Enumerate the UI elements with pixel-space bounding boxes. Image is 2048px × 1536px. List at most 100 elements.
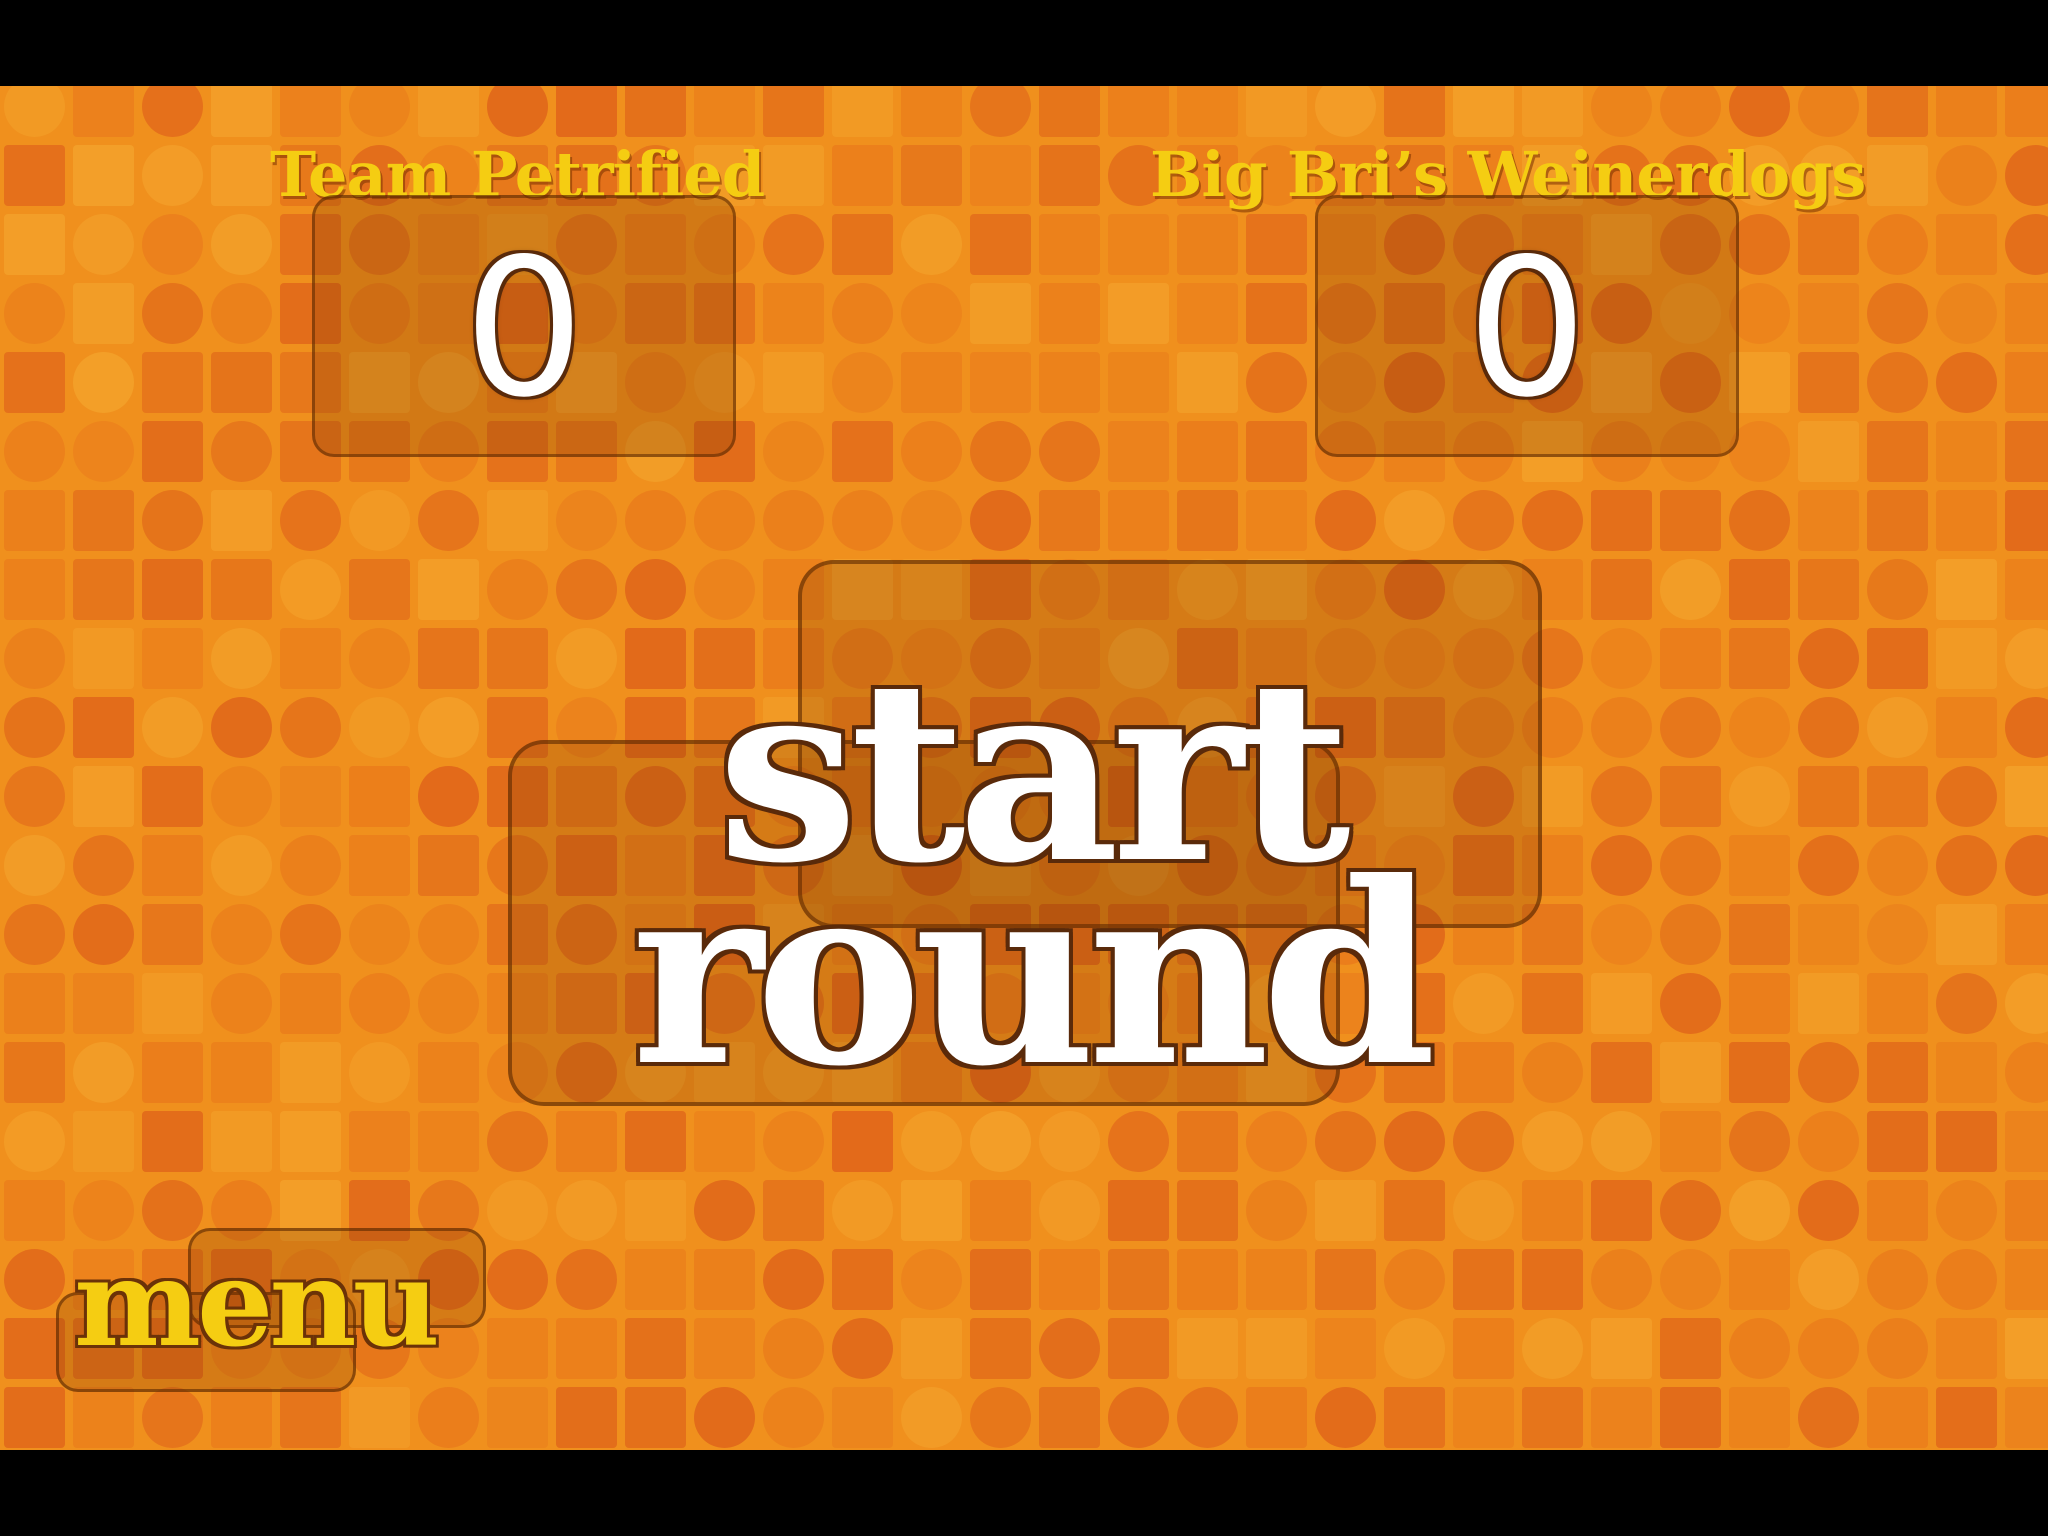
background-tile	[832, 421, 893, 482]
background-tile	[73, 421, 134, 482]
background-tile	[73, 145, 134, 206]
background-tile	[832, 1249, 893, 1310]
background-tile	[1177, 1318, 1238, 1379]
background-tile	[694, 1387, 755, 1448]
background-tile	[763, 490, 824, 551]
background-tile	[1660, 1318, 1721, 1379]
background-tile	[1936, 1249, 1997, 1310]
background-tile	[832, 283, 893, 344]
background-tile	[1522, 1249, 1583, 1310]
background-tile	[1729, 697, 1790, 758]
background-tile	[1798, 904, 1859, 965]
background-tile	[970, 421, 1031, 482]
background-tile	[763, 1249, 824, 1310]
background-tile	[142, 628, 203, 689]
background-tile	[4, 559, 65, 620]
background-tile	[2005, 1180, 2048, 1241]
background-tile	[4, 145, 65, 206]
background-tile	[832, 1387, 893, 1448]
background-tile	[901, 1387, 962, 1448]
background-tile	[4, 283, 65, 344]
background-tile	[1867, 283, 1928, 344]
background-tile	[418, 86, 479, 137]
background-tile	[1384, 1249, 1445, 1310]
background-tile	[1867, 86, 1928, 137]
background-tile	[1798, 490, 1859, 551]
background-tile	[418, 766, 479, 827]
background-tile	[1246, 490, 1307, 551]
background-tile	[1798, 559, 1859, 620]
background-tile	[1039, 214, 1100, 275]
background-tile	[1177, 421, 1238, 482]
background-tile	[901, 86, 962, 137]
background-tile	[2005, 1387, 2048, 1448]
background-tile	[1591, 697, 1652, 758]
background-tile	[1522, 1180, 1583, 1241]
background-tile	[4, 904, 65, 965]
background-tile	[211, 766, 272, 827]
background-tile	[2005, 490, 2048, 551]
background-tile	[1522, 1111, 1583, 1172]
background-tile	[763, 421, 824, 482]
background-tile	[556, 1180, 617, 1241]
background-tile	[349, 1042, 410, 1103]
background-tile	[211, 283, 272, 344]
background-tile	[211, 697, 272, 758]
background-tile	[1453, 1387, 1514, 1448]
background-tile	[2005, 1111, 2048, 1172]
background-tile	[1729, 1111, 1790, 1172]
background-tile	[1867, 421, 1928, 482]
background-tile	[1936, 628, 1997, 689]
background-tile	[211, 904, 272, 965]
background-tile	[1177, 490, 1238, 551]
background-tile	[73, 835, 134, 896]
background-tile	[1660, 628, 1721, 689]
background-tile	[1867, 1042, 1928, 1103]
background-tile	[625, 559, 686, 620]
background-tile	[280, 835, 341, 896]
background-tile	[2005, 86, 2048, 137]
background-tile	[970, 352, 1031, 413]
start-round-button[interactable]: start round	[540, 646, 1520, 1126]
background-tile	[1660, 973, 1721, 1034]
background-tile	[1936, 697, 1997, 758]
game-screen: Team Petrified Big Bri’s Weinerdogs 0 0 …	[0, 86, 2048, 1450]
menu-button[interactable]: menu	[74, 1234, 474, 1374]
background-tile	[1591, 973, 1652, 1034]
background-tile	[211, 421, 272, 482]
background-tile	[418, 697, 479, 758]
background-tile	[1453, 1249, 1514, 1310]
background-tile	[1522, 490, 1583, 551]
background-tile	[2005, 1249, 2048, 1310]
background-tile	[901, 421, 962, 482]
background-tile	[73, 559, 134, 620]
background-tile	[142, 697, 203, 758]
background-tile	[1867, 559, 1928, 620]
background-tile	[1039, 86, 1100, 137]
background-tile	[1660, 1180, 1721, 1241]
background-tile	[487, 1249, 548, 1310]
background-tile	[142, 352, 203, 413]
background-tile	[1729, 973, 1790, 1034]
background-tile	[832, 1180, 893, 1241]
background-tile	[487, 1387, 548, 1448]
background-tile	[142, 835, 203, 896]
background-tile	[1936, 559, 1997, 620]
background-tile	[418, 628, 479, 689]
background-tile	[1591, 490, 1652, 551]
background-tile	[763, 86, 824, 137]
background-tile	[487, 1111, 548, 1172]
background-tile	[1108, 283, 1169, 344]
background-tile	[142, 283, 203, 344]
background-tile	[4, 490, 65, 551]
background-tile	[349, 490, 410, 551]
start-round-label-line2: round	[631, 827, 1437, 1121]
background-tile	[1798, 283, 1859, 344]
background-tile	[1522, 86, 1583, 137]
background-tile	[763, 352, 824, 413]
background-tile	[1591, 1180, 1652, 1241]
background-tile	[487, 1180, 548, 1241]
background-tile	[1108, 1180, 1169, 1241]
background-tile	[211, 1042, 272, 1103]
background-tile	[1936, 1387, 1997, 1448]
